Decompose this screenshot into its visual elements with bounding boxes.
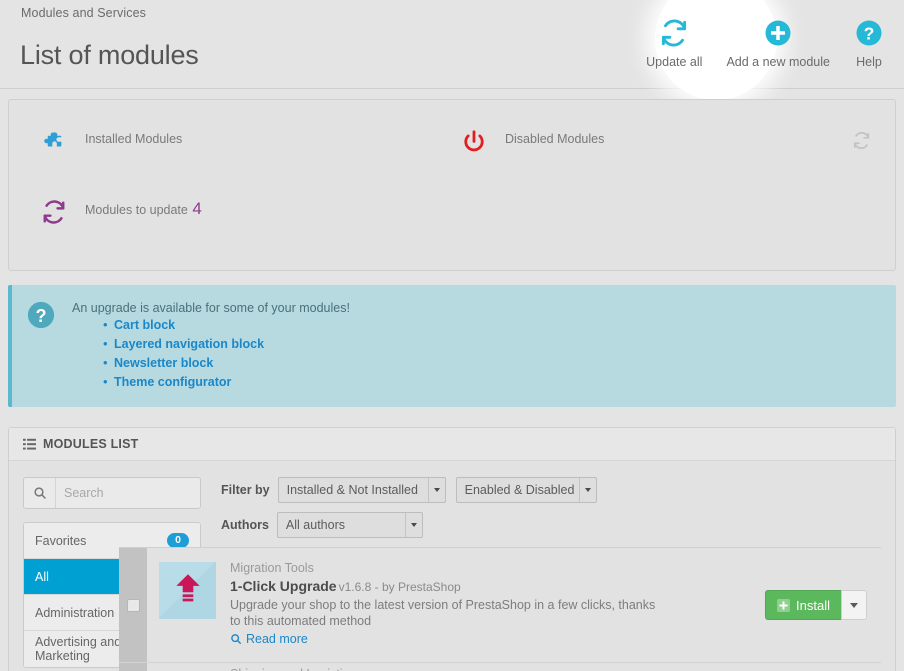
module-name: 1-Click Upgrade xyxy=(230,578,337,594)
module-select-cell[interactable] xyxy=(119,548,147,662)
kpi-installed-modules[interactable]: Installed Modules xyxy=(39,127,182,157)
module-actions: Install xyxy=(765,590,867,620)
table-row[interactable]: Shipping and Logistics xyxy=(119,663,881,671)
list-item: Layered navigation block xyxy=(103,335,350,353)
plus-circle-icon xyxy=(763,18,793,48)
list-icon xyxy=(23,438,36,451)
list-item: Newsletter block xyxy=(103,354,350,372)
install-button-label: Install xyxy=(796,597,830,613)
filter-row-status: Filter by Installed & Not Installed Enab… xyxy=(221,477,881,503)
update-all-button[interactable]: Update all xyxy=(634,8,714,75)
alert-title: An upgrade is available for some of your… xyxy=(72,301,350,315)
authors-value: All authors xyxy=(285,518,345,532)
filter-by-label: Filter by xyxy=(221,483,270,497)
module-checkbox[interactable] xyxy=(126,598,140,612)
kpi-disabled-modules[interactable]: Disabled Modules xyxy=(459,127,604,157)
modules-main-column: Filter by Installed & Not Installed Enab… xyxy=(119,477,881,671)
chevron-down-icon xyxy=(404,513,422,537)
category-label: All xyxy=(35,569,49,584)
help-circle-icon: ? xyxy=(854,18,884,48)
list-item: Cart block xyxy=(103,316,350,334)
plus-square-icon xyxy=(777,598,791,612)
update-all-label: Update all xyxy=(646,55,703,69)
install-dropdown-toggle[interactable] xyxy=(841,590,867,620)
magnifier-icon xyxy=(230,633,242,645)
page-title: List of modules xyxy=(20,40,199,71)
install-button[interactable]: Install xyxy=(765,590,841,620)
refresh-icon xyxy=(659,18,689,48)
add-new-module-label: Add a new module xyxy=(726,55,830,69)
category-label: Favorites xyxy=(35,533,87,548)
help-button[interactable]: ? Help xyxy=(842,8,896,75)
breadcrumb: Modules and Services xyxy=(21,6,146,20)
alert-link-newsletter-block[interactable]: Newsletter block xyxy=(114,356,213,370)
chevron-down-icon xyxy=(427,478,445,502)
kpi-disabled-label: Disabled Modules xyxy=(505,132,605,146)
alert-link-layered-navigation-block[interactable]: Layered navigation block xyxy=(114,337,264,351)
kpi-modules-to-update[interactable]: Modules to update 4 xyxy=(39,197,202,227)
kpi-to-update-value: 4 xyxy=(192,199,202,218)
filter-row-authors: Authors All authors xyxy=(221,512,881,538)
page-content: Installed Modules Disabled Modules Modul… xyxy=(0,89,904,671)
read-more-label: Read more xyxy=(246,632,308,646)
category-count-badge: 0 xyxy=(167,533,189,548)
puzzle-icon xyxy=(39,127,69,157)
module-search-box[interactable] xyxy=(23,477,233,509)
search-icon xyxy=(24,478,56,508)
help-circle-icon: ? xyxy=(26,300,56,330)
power-icon xyxy=(459,127,489,157)
kpi-refresh-icon[interactable] xyxy=(852,131,871,155)
modules-list-panel: MODULES LIST Favorites xyxy=(8,427,896,671)
svg-text:?: ? xyxy=(864,24,875,44)
module-category: Shipping and Logistics xyxy=(230,666,867,671)
svg-text:?: ? xyxy=(35,306,46,326)
modules-list-panel-body: Favorites 0 All 281 Administration 31 Ad… xyxy=(9,461,895,671)
module-meta: v1.6.8 - by PrestaShop xyxy=(338,580,461,594)
kpi-to-update-label: Modules to update xyxy=(85,203,188,217)
enable-state-select[interactable]: Enabled & Disabled xyxy=(455,477,598,503)
install-state-select[interactable]: Installed & Not Installed xyxy=(277,477,446,503)
list-item: Theme configurator xyxy=(103,373,350,391)
upload-arrow-icon xyxy=(171,571,205,610)
kpi-installed-label: Installed Modules xyxy=(85,132,183,146)
enable-state-value: Enabled & Disabled xyxy=(464,483,575,497)
add-new-module-button[interactable]: Add a new module xyxy=(714,8,842,75)
alert-link-theme-configurator[interactable]: Theme configurator xyxy=(114,375,231,389)
alert-module-list: Cart block Layered navigation block News… xyxy=(72,316,350,391)
install-state-value: Installed & Not Installed xyxy=(286,483,418,497)
modules-list-panel-header: MODULES LIST xyxy=(9,427,895,461)
module-select-cell[interactable] xyxy=(119,663,147,671)
module-description: Upgrade your shop to the latest version … xyxy=(230,598,656,628)
upgrade-available-alert: ? An upgrade is available for some of yo… xyxy=(8,285,896,407)
module-category: Migration Tools xyxy=(230,561,314,575)
modules-filter-bar: Filter by Installed & Not Installed Enab… xyxy=(221,477,881,538)
alert-link-cart-block[interactable]: Cart block xyxy=(114,318,175,332)
authors-select[interactable]: All authors xyxy=(276,512,423,538)
page-header: Modules and Services List of modules Upd… xyxy=(0,0,904,100)
kpi-panel: Installed Modules Disabled Modules Modul… xyxy=(8,99,896,271)
module-info: Migration Tools 1-Click Upgrade v1.6.8 - … xyxy=(230,560,753,650)
module-thumbnail xyxy=(159,562,216,619)
table-row[interactable]: Migration Tools 1-Click Upgrade v1.6.8 - … xyxy=(119,548,881,663)
help-label: Help xyxy=(856,55,882,69)
read-more-link[interactable]: Read more xyxy=(230,632,308,646)
modules-rows: Migration Tools 1-Click Upgrade v1.6.8 - … xyxy=(119,547,881,671)
page-toolbar: Update all Add a new module ? Help xyxy=(634,8,896,75)
authors-label: Authors xyxy=(221,518,269,532)
chevron-down-icon xyxy=(579,478,596,502)
refresh-icon xyxy=(39,197,69,227)
modules-list-panel-title: MODULES LIST xyxy=(43,437,139,451)
category-label: Administration xyxy=(35,605,115,620)
